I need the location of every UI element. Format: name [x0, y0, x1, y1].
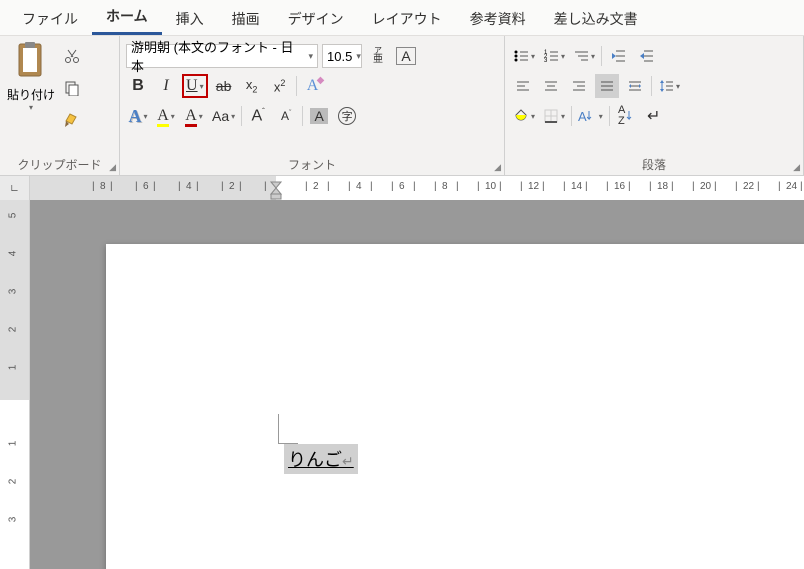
- cut-button[interactable]: [60, 44, 84, 68]
- change-case-button[interactable]: Aa: [210, 104, 237, 128]
- paragraph-launcher[interactable]: ◢: [793, 162, 800, 173]
- group-paragraph: 123 A AZ ↵: [505, 36, 804, 175]
- shading-button[interactable]: [511, 104, 537, 128]
- shrink-font-button[interactable]: Aˇ: [274, 104, 298, 128]
- clipboard-launcher[interactable]: ◢: [109, 162, 116, 173]
- char-shading-button[interactable]: A: [307, 104, 331, 128]
- bold-button[interactable]: B: [126, 74, 150, 98]
- subscript-button[interactable]: x2: [240, 74, 264, 98]
- paragraph-mark-icon: ↵: [342, 455, 354, 470]
- text-direction-button[interactable]: A: [576, 104, 605, 128]
- font-color-button[interactable]: A: [182, 104, 206, 128]
- tab-file[interactable]: ファイル: [8, 1, 92, 35]
- selected-text[interactable]: りんご↵: [284, 444, 358, 474]
- clipboard-group-label: クリップボード: [6, 154, 113, 175]
- underline-button[interactable]: U: [182, 74, 208, 98]
- tab-draw[interactable]: 描画: [218, 1, 274, 35]
- format-painter-button[interactable]: [60, 108, 84, 132]
- multilevel-list-button[interactable]: [571, 44, 597, 68]
- show-marks-button[interactable]: ↵: [642, 104, 666, 128]
- tab-design[interactable]: デザイン: [274, 1, 358, 35]
- margin-corner-mark: [278, 414, 298, 444]
- font-name-combo[interactable]: 游明朝 (本文のフォント - 日本: [126, 44, 318, 68]
- font-size-combo[interactable]: 10.5: [322, 44, 362, 68]
- align-right-button[interactable]: [567, 74, 591, 98]
- copy-button[interactable]: [60, 76, 84, 100]
- align-left-button[interactable]: [511, 74, 535, 98]
- char-border-button[interactable]: A: [394, 44, 418, 68]
- grow-font-button[interactable]: Aˆ: [246, 104, 270, 128]
- indent-marker[interactable]: [270, 176, 282, 200]
- italic-button[interactable]: I: [154, 74, 178, 98]
- ribbon: 貼り付け ▾ クリップボード ◢ 游明朝 (本文のフォント - 日本: [0, 36, 804, 176]
- strikethrough-button[interactable]: ab: [212, 74, 236, 98]
- numbering-button[interactable]: 123: [541, 44, 567, 68]
- sort-button[interactable]: AZ: [614, 104, 638, 128]
- ribbon-tabbar: ファイル ホーム 挿入 描画 デザイン レイアウト 参考資料 差し込み文書: [0, 0, 804, 36]
- enclose-char-button[interactable]: 字: [335, 104, 359, 128]
- align-center-button[interactable]: [539, 74, 563, 98]
- document-page[interactable]: りんご↵: [106, 244, 804, 569]
- tab-layout[interactable]: レイアウト: [358, 1, 456, 35]
- superscript-button[interactable]: x2: [268, 74, 292, 98]
- highlight-color-button[interactable]: A: [154, 104, 178, 128]
- vertical-ruler[interactable]: 54321123: [0, 200, 30, 569]
- tab-selector[interactable]: ∟: [0, 176, 30, 200]
- tab-references[interactable]: 参考資料: [456, 1, 540, 35]
- tab-mailings[interactable]: 差し込み文書: [540, 1, 652, 35]
- bullets-button[interactable]: [511, 44, 537, 68]
- tab-insert[interactable]: 挿入: [162, 1, 218, 35]
- distributed-button[interactable]: [623, 74, 647, 98]
- borders-button[interactable]: [541, 104, 567, 128]
- font-group-label: フォント: [126, 154, 498, 175]
- decrease-indent-button[interactable]: [606, 44, 630, 68]
- horizontal-ruler[interactable]: |8||6||4||2|||2||4||6||8||10||12||14||16…: [30, 176, 804, 200]
- workspace: 54321123 りんご↵: [0, 200, 804, 569]
- svg-text:3: 3: [544, 58, 548, 64]
- phonetic-guide-button[interactable]: ア亜: [366, 44, 390, 68]
- clear-formatting-button[interactable]: A◆: [301, 74, 325, 98]
- group-clipboard: 貼り付け ▾ クリップボード ◢: [0, 36, 120, 175]
- ruler-row: ∟ |8||6||4||2|||2||4||6||8||10||12||14||…: [0, 176, 804, 200]
- increase-indent-button[interactable]: [634, 44, 658, 68]
- text-effects-button[interactable]: A: [126, 104, 150, 128]
- clipboard-icon: [13, 40, 49, 80]
- font-launcher[interactable]: ◢: [494, 162, 501, 173]
- paragraph-group-label: 段落: [511, 154, 797, 175]
- page-area: りんご↵: [30, 200, 804, 569]
- tab-home[interactable]: ホーム: [92, 0, 162, 35]
- align-justify-button[interactable]: [595, 74, 619, 98]
- paste-label: 貼り付け: [7, 86, 55, 103]
- paste-button[interactable]: 貼り付け ▾: [6, 40, 56, 112]
- group-font: 游明朝 (本文のフォント - 日本 10.5 ア亜 A B I U ab x2 …: [120, 36, 505, 175]
- line-spacing-button[interactable]: [656, 74, 682, 98]
